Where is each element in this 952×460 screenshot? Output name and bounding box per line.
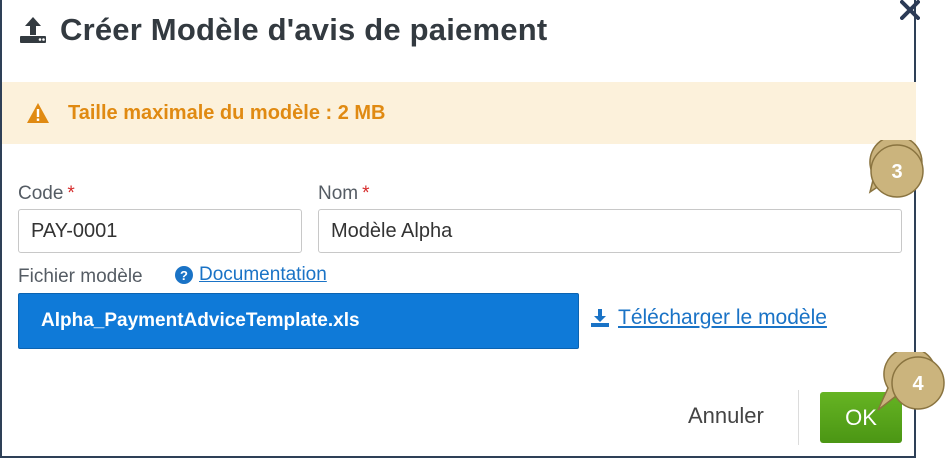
dialog-header: Créer Modèle d'avis de paiement <box>18 10 547 50</box>
documentation-link-text: Documentation <box>199 264 327 285</box>
dialog: Créer Modèle d'avis de paiement Taille m… <box>0 0 920 458</box>
callout-4: 4 <box>877 352 945 411</box>
documentation-link[interactable]: ? Documentation <box>175 264 327 286</box>
callout-4-number: 4 <box>912 373 924 395</box>
callout-3: 3 <box>868 140 924 198</box>
callout-3-number: 3 <box>891 161 902 183</box>
code-value: PAY-0001 <box>31 219 118 242</box>
divider <box>798 390 799 445</box>
required-mark: * <box>362 183 370 204</box>
warning-banner: Taille maximale du modèle : 2 MB <box>2 82 916 144</box>
name-field[interactable]: Modèle Alpha <box>318 209 902 253</box>
code-field[interactable]: PAY-0001 <box>18 209 302 253</box>
file-name: Alpha_PaymentAdviceTemplate.xls <box>41 310 360 331</box>
file-label: Fichier modèle <box>18 266 143 287</box>
download-icon <box>591 309 609 327</box>
name-label-text: Nom <box>318 183 359 204</box>
code-label: Code * <box>18 183 75 205</box>
warning-icon <box>27 103 49 123</box>
upload-icon <box>20 17 46 43</box>
name-value: Modèle Alpha <box>331 219 453 242</box>
required-mark: * <box>67 183 75 204</box>
warning-text: Taille maximale du modèle : 2 MB <box>68 101 386 124</box>
download-template-link[interactable]: Télécharger le modèle <box>590 306 827 330</box>
file-select-button[interactable]: Alpha_PaymentAdviceTemplate.xls <box>18 293 579 349</box>
help-icon: ? <box>175 266 193 284</box>
name-label: Nom * <box>318 183 370 205</box>
close-icon[interactable] <box>900 0 922 22</box>
dialog-title: Créer Modèle d'avis de paiement <box>60 12 548 47</box>
download-link-text: Télécharger le modèle <box>618 306 827 329</box>
cancel-button[interactable]: Annuler <box>688 403 764 429</box>
code-label-text: Code <box>18 183 64 204</box>
